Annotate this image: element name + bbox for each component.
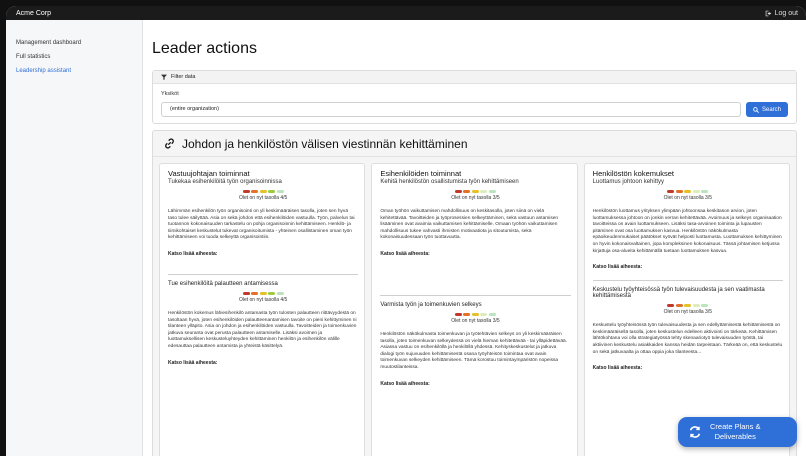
level-text: Olet on nyt tasolla 4/5 — [238, 195, 288, 201]
level-segment — [454, 190, 462, 193]
level-indicator — [380, 190, 570, 193]
level-segment — [276, 291, 284, 295]
level-segment — [454, 312, 462, 316]
units-select[interactable]: (entire organization) — [161, 102, 741, 117]
level-text: Olet on nyt tasolla 3/5 — [663, 309, 712, 316]
refresh-icon — [689, 426, 701, 438]
level-segment — [463, 312, 471, 316]
create-plans-button[interactable]: Create Plans & Deliverables — [678, 417, 797, 447]
level-segment — [488, 190, 496, 193]
sub-description: Keskustelu työyhteisössä työn tulevaisuu… — [592, 323, 783, 355]
level-segment — [488, 312, 496, 316]
card-subtitle: Tukekaa esihenkilöitä työn organisoinnis… — [168, 179, 282, 185]
level-segment — [480, 190, 488, 193]
communication-section: Johdon ja henkilöstön välisen viestinnän… — [152, 130, 797, 456]
section-header: Johdon ja henkilöstön välisen viestinnän… — [153, 131, 796, 157]
level-segment — [701, 304, 709, 308]
card-subtitle: Kehitä henkilöstön osallistumista työn k… — [380, 179, 519, 185]
card-description: Lähimmän esihenkilön työn organisointi o… — [168, 209, 355, 241]
level-segment — [242, 190, 250, 193]
level-segment — [684, 304, 692, 308]
level-text: Olet on nyt tasolla 3/5 — [663, 195, 712, 201]
see-more-label: Katso lisää aiheesta: — [168, 250, 218, 257]
sub-title: Tue esihenkilöitä palautteen antamisessa — [168, 280, 278, 287]
level-text: Olet on nyt tasolla 3/5 — [451, 317, 500, 324]
sub-title: Varmista työn ja toimenkuvien selkeys — [380, 301, 482, 308]
level-segment — [692, 190, 700, 193]
level-segment — [268, 291, 276, 295]
level-segment — [251, 190, 259, 193]
level-segment — [471, 312, 479, 316]
level-text: Olet on nyt tasolla 3/5 — [451, 195, 500, 201]
level-text: Olet on nyt tasolla 4/5 — [238, 296, 288, 303]
filter-header[interactable]: Filter data — [153, 71, 796, 84]
filter-panel: Filter data Yksiköt (entire organization… — [152, 70, 797, 124]
sidebar-item-management-dashboard[interactable]: Management dashboard — [16, 36, 142, 50]
see-more-label: Katso lisää aiheesta: — [592, 365, 643, 372]
main-content: Leader actions Filter data Yksiköt (enti… — [143, 20, 806, 456]
app-window: Acme Corp Log out Management dashboard F… — [6, 6, 806, 456]
level-segment — [480, 312, 488, 316]
level-indicator — [380, 312, 570, 316]
sidebar: Management dashboard Full statistics Lea… — [6, 20, 143, 456]
card-title: Vastuujohtajan toiminnat — [168, 169, 250, 178]
level-segment — [667, 304, 675, 308]
top-bar: Acme Corp Log out — [6, 6, 806, 20]
level-segment — [251, 291, 259, 295]
filter-icon — [161, 74, 167, 80]
search-button[interactable]: Search — [746, 102, 788, 117]
action-card: Henkilöstön kokemukset Luottamus johtoon… — [583, 163, 790, 456]
level-segment — [675, 190, 683, 193]
sidebar-item-leadership-assistant[interactable]: Leadership assistant — [16, 64, 142, 78]
logout-label: Log out — [774, 9, 798, 17]
card-description: Henkilöstön luottamus yrityksen ylimpään… — [592, 209, 782, 254]
sub-title: Keskustelu työyhteisössä työn tulevaisuu… — [592, 287, 765, 300]
card-description: Oman työhön vaikuttamisen mahdollisuus o… — [380, 209, 559, 241]
link-icon — [165, 138, 174, 149]
logout-icon — [765, 10, 771, 16]
see-more-label: Katso lisää aiheesta: — [592, 264, 643, 271]
see-more-label: Katso lisää aiheesta: — [380, 380, 430, 387]
level-segment — [268, 190, 276, 193]
level-segment — [675, 304, 683, 308]
search-icon — [753, 106, 759, 113]
level-segment — [242, 291, 250, 295]
card-subtitle: Luottamus johtoon kehittyy — [592, 179, 665, 185]
level-segment — [276, 190, 284, 193]
app-name: Acme Corp — [16, 9, 52, 17]
card-title: Henkilöstön kokemukset — [592, 169, 674, 178]
sub-description: Henkilöstön kokemus lähiesihenkilö antam… — [168, 310, 357, 349]
level-indicator — [593, 304, 783, 308]
fab-label-line2: Deliverables — [714, 432, 756, 441]
level-segment — [667, 190, 675, 193]
level-segment — [259, 291, 267, 295]
see-more-label: Katso lisää aiheesta: — [380, 250, 430, 257]
search-button-label: Search — [761, 106, 781, 113]
level-segment — [701, 190, 709, 193]
level-indicator — [168, 190, 358, 193]
logout-link[interactable]: Log out — [765, 10, 798, 17]
see-more-label: Katso lisää aiheesta: — [168, 359, 218, 366]
card-title: Esihenkilöiden toiminnat — [380, 169, 462, 178]
action-card: Esihenkilöiden toiminnat Kehitä henkilös… — [371, 163, 578, 456]
fab-label-line1: Create Plans & — [710, 422, 761, 431]
action-card: Vastuujohtajan toiminnat Tukekaa esihenk… — [159, 163, 366, 456]
page-title: Leader actions — [152, 40, 257, 57]
level-segment — [463, 190, 471, 193]
section-title: Johdon ja henkilöstön välisen viestinnän… — [182, 136, 468, 151]
level-segment — [684, 190, 692, 193]
level-indicator — [593, 190, 783, 193]
level-indicator — [168, 291, 358, 295]
level-segment — [471, 190, 479, 193]
sub-description: Henkilöstön näkökulmasta toimenkuvan ja … — [380, 331, 567, 370]
units-label: Yksiköt — [161, 91, 179, 97]
level-segment — [692, 304, 700, 308]
level-segment — [259, 190, 267, 193]
filter-header-label: Filter data — [171, 74, 196, 80]
sidebar-item-full-statistics[interactable]: Full statistics — [16, 50, 142, 64]
